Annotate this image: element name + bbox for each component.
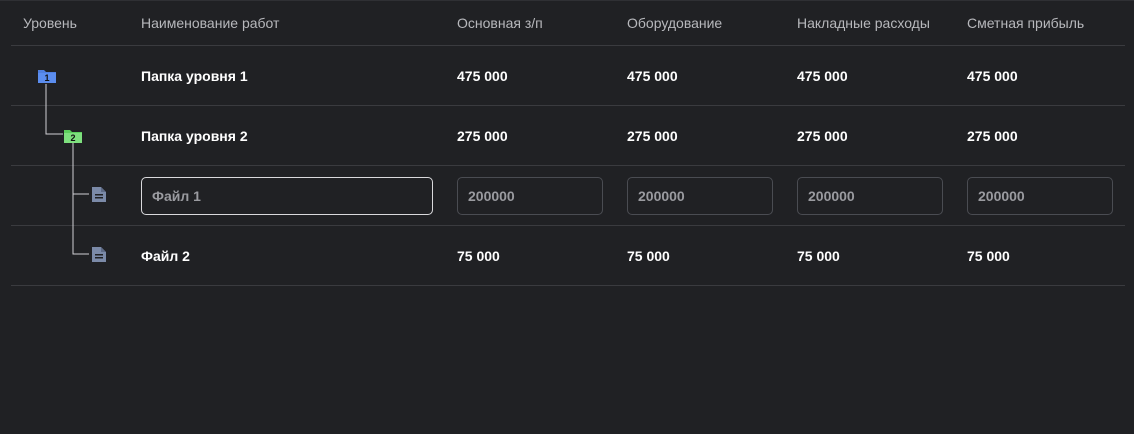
row-equipment: 475 000 xyxy=(627,67,678,84)
row-profit: 275 000 xyxy=(967,127,1018,144)
row-overhead: 275 000 xyxy=(797,127,848,144)
equipment-input-placeholder: 200000 xyxy=(638,187,685,204)
name-cell: Файл 1 xyxy=(141,166,433,225)
header-level[interactable]: Уровень xyxy=(23,1,77,45)
row-salary: 275 000 xyxy=(457,127,508,144)
row-salary: 475 000 xyxy=(457,67,508,84)
header-overhead[interactable]: Накладные расходы xyxy=(797,1,930,45)
row-overhead: 475 000 xyxy=(797,67,848,84)
profit-input[interactable]: 200000 xyxy=(967,176,1113,215)
header-name[interactable]: Наименование работ xyxy=(141,1,279,45)
row-name: Файл 2 xyxy=(141,247,190,264)
name-input[interactable]: Файл 1 xyxy=(141,176,433,215)
overhead-cell: 200000 xyxy=(797,166,943,225)
row-salary: 75 000 xyxy=(457,247,500,264)
row-name: Папка уровня 1 xyxy=(141,67,248,84)
table-row[interactable]: Папка уровня 1 475 000 475 000 475 000 4… xyxy=(11,46,1125,106)
row-equipment: 275 000 xyxy=(627,127,678,144)
name-input-placeholder: Файл 1 xyxy=(152,187,201,204)
table-row[interactable]: Папка уровня 2 275 000 275 000 275 000 2… xyxy=(11,106,1125,166)
salary-input-placeholder: 200000 xyxy=(468,187,515,204)
overhead-input-placeholder: 200000 xyxy=(808,187,855,204)
profit-cell: 200000 xyxy=(967,166,1113,225)
works-table: Уровень Наименование работ Основная з/п … xyxy=(0,0,1134,434)
row-name: Папка уровня 2 xyxy=(141,127,248,144)
header-profit[interactable]: Сметная прибыль xyxy=(967,1,1084,45)
profit-input-placeholder: 200000 xyxy=(978,187,1025,204)
row-profit: 75 000 xyxy=(967,247,1010,264)
header-salary[interactable]: Основная з/п xyxy=(457,1,543,45)
row-equipment: 75 000 xyxy=(627,247,670,264)
row-profit: 475 000 xyxy=(967,67,1018,84)
equipment-input[interactable]: 200000 xyxy=(627,176,773,215)
overhead-input[interactable]: 200000 xyxy=(797,176,943,215)
table-row-editing[interactable]: Файл 1 200000 200000 200000 200000 xyxy=(11,166,1125,226)
header-equipment[interactable]: Оборудование xyxy=(627,1,722,45)
table-header: Уровень Наименование работ Основная з/п … xyxy=(11,1,1125,46)
row-overhead: 75 000 xyxy=(797,247,840,264)
salary-input[interactable]: 200000 xyxy=(457,176,603,215)
salary-cell: 200000 xyxy=(457,166,603,225)
table-row[interactable]: Файл 2 75 000 75 000 75 000 75 000 xyxy=(11,226,1125,286)
equipment-cell: 200000 xyxy=(627,166,773,225)
